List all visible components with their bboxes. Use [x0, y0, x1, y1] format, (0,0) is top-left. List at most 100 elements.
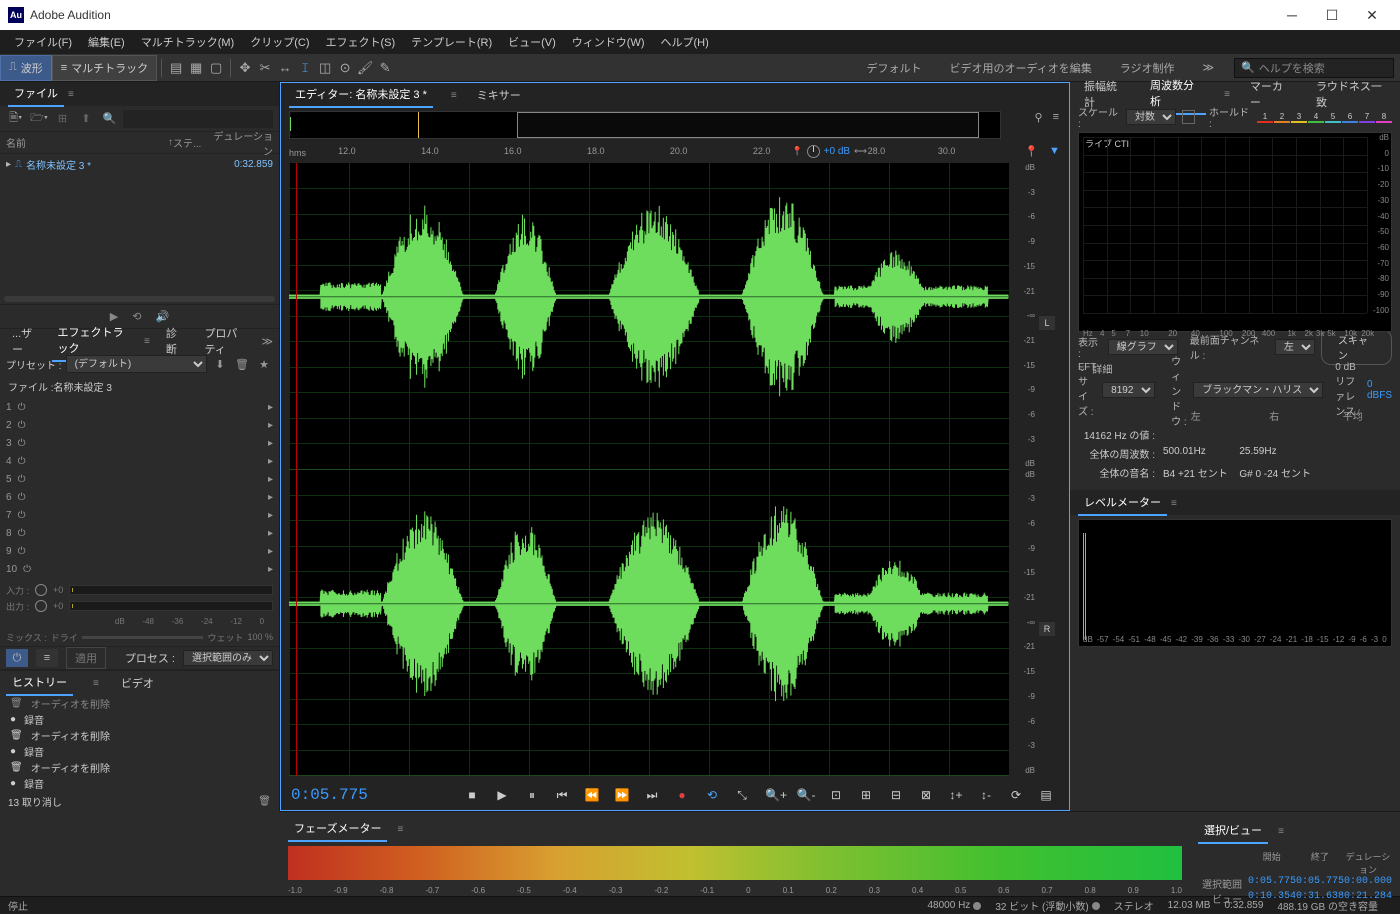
zoom-out-icon[interactable]: 🔍- [793, 784, 819, 806]
history-item[interactable]: ●録音 [0, 711, 279, 727]
zoom-in-time-icon[interactable]: ⊟ [883, 784, 909, 806]
overview[interactable] [289, 111, 1001, 139]
menu-multitrack[interactable]: マルチトラック(M) [133, 32, 243, 52]
waveform-display[interactable]: dB-3-6-9-15-21-∞-21-15-9-6-3dB L dB-3-6-… [289, 163, 1009, 776]
hud-toggle[interactable]: ▤ [166, 58, 186, 78]
effect-slot[interactable]: 7⏻▸ [0, 506, 279, 524]
hold-color[interactable]: 8 [1376, 111, 1392, 123]
multitrack-mode[interactable]: ≡マルチトラック [52, 55, 157, 81]
history-item[interactable]: ●録音 [0, 743, 279, 759]
slot-power-icon[interactable]: ⏻ [18, 546, 26, 557]
favorite-icon[interactable]: ★ [255, 355, 273, 373]
hold-color[interactable]: 3 [1291, 111, 1307, 123]
slot-chevron-icon[interactable]: ▸ [268, 564, 273, 575]
slot-power-icon[interactable]: ⏻ [18, 420, 26, 431]
process-select[interactable]: 選択範囲のみ [183, 650, 273, 666]
apply-button[interactable]: 適用 [66, 647, 106, 669]
save-preset-icon[interactable]: ⬇ [211, 355, 229, 373]
slot-chevron-icon[interactable]: ▸ [268, 546, 273, 557]
menu-effects[interactable]: エフェクト(S) [318, 32, 404, 52]
tab-mixer[interactable]: ミキサー [471, 83, 527, 107]
forward-button[interactable]: ⏩ [609, 784, 635, 806]
clear-history-icon[interactable]: 🗑 [258, 796, 271, 807]
preset-select[interactable]: (デフォルト) [66, 355, 207, 373]
effect-slot[interactable]: 6⏻▸ [0, 488, 279, 506]
history-item[interactable]: 🗑オーディオを削除 [0, 727, 279, 743]
channel-label-l[interactable]: L [1039, 316, 1055, 330]
waveform-mode[interactable]: ⎍波形 [0, 55, 52, 81]
hud-pin-icon[interactable]: 📍 [791, 146, 802, 157]
slot-chevron-icon[interactable]: ▸ [268, 438, 273, 449]
slot-chevron-icon[interactable]: ▸ [268, 474, 273, 485]
files-scrollbar[interactable] [4, 296, 275, 302]
input-knob[interactable] [35, 584, 47, 596]
minimize-button[interactable]: ─ [1272, 0, 1312, 30]
slot-chevron-icon[interactable]: ▸ [268, 492, 273, 503]
play-button[interactable]: ▶ [489, 784, 515, 806]
move-tool[interactable]: ✥ [235, 58, 255, 78]
col-duration[interactable]: デュレーション [213, 128, 273, 158]
zoom-full-icon[interactable]: ⊡ [823, 784, 849, 806]
toggle-layout-icon[interactable]: ▤ [1033, 784, 1059, 806]
files-search-input[interactable] [123, 110, 273, 128]
col-name[interactable]: 名前 [6, 135, 164, 150]
tab-history[interactable]: ヒストリー [6, 670, 73, 696]
hold-color[interactable]: 2 [1274, 111, 1290, 123]
delete-preset-icon[interactable]: 🗑 [233, 355, 251, 373]
power-toggle[interactable]: ⏻ [6, 649, 28, 667]
slot-power-icon[interactable]: ⏻ [18, 474, 26, 485]
menu-window[interactable]: ウィンドウ(W) [564, 32, 653, 52]
effect-slot[interactable]: 10⏻▸ [0, 560, 279, 578]
stop-button[interactable]: ■ [459, 784, 485, 806]
hold-color[interactable]: 6 [1342, 111, 1358, 123]
lasso-tool[interactable]: ⊙ [335, 58, 355, 78]
files-menu-icon[interactable]: ≡ [68, 89, 74, 100]
output-knob[interactable] [35, 600, 47, 612]
mix-slider[interactable] [82, 636, 204, 639]
menu-view[interactable]: ビュー(V) [500, 32, 564, 52]
timeline[interactable]: hms 12.014.016.018.020.022.028.030.0 📍 +… [289, 143, 957, 163]
go-end-button[interactable]: ⏭ [639, 784, 665, 806]
marquee-tool[interactable]: ◫ [315, 58, 335, 78]
hold-color[interactable]: 1 [1257, 111, 1273, 123]
tab-selection[interactable]: 選択/ビュー [1198, 818, 1268, 844]
time-unit[interactable]: hms [289, 148, 319, 158]
slot-power-icon[interactable]: ⏻ [18, 402, 26, 413]
time-select-tool[interactable]: 𝙸 [295, 58, 315, 78]
col-status[interactable]: ステ... [173, 135, 213, 150]
close-button[interactable]: ✕ [1352, 0, 1392, 30]
level-meter[interactable]: dB-57-54-51-48-45-42-39-36-33-30-27-24-2… [1078, 519, 1392, 647]
rewind-button[interactable]: ⏪ [579, 784, 605, 806]
expand-icon[interactable]: ▸ [6, 159, 11, 170]
pan-icon[interactable]: ⟷ [854, 146, 867, 157]
slot-chevron-icon[interactable]: ▸ [268, 528, 273, 539]
filter-tool-icon[interactable]: ▼ [1046, 142, 1063, 160]
copy-graph-icon[interactable] [1182, 110, 1195, 124]
volume-knob[interactable] [807, 145, 820, 158]
insert-icon[interactable]: ⬆ [76, 110, 95, 128]
slot-power-icon[interactable]: ⏻ [23, 564, 31, 575]
spectrum-display[interactable]: ライブ CTI dB0-10-20-30-40-50-60-70-80-90-1… [1078, 132, 1392, 332]
hold-color[interactable]: 7 [1359, 111, 1375, 123]
zoom-reset-icon[interactable]: ⟳ [1003, 784, 1029, 806]
effect-slot[interactable]: 9⏻▸ [0, 542, 279, 560]
effect-slot[interactable]: 4⏻▸ [0, 452, 279, 470]
menu-help[interactable]: ヘルプ(H) [653, 32, 717, 52]
hold-color[interactable]: 4 [1308, 111, 1324, 123]
menu-edit[interactable]: 編集(E) [80, 32, 133, 52]
history-item[interactable]: ●録音 [0, 775, 279, 791]
slot-chevron-icon[interactable]: ▸ [268, 420, 273, 431]
etr-menu-icon[interactable]: ≡ [144, 336, 150, 347]
slip-tool[interactable]: ↔ [275, 58, 295, 78]
zoom-out-amp-icon[interactable]: ↕- [973, 784, 999, 806]
slot-chevron-icon[interactable]: ▸ [268, 510, 273, 521]
go-start-button[interactable]: ⏮ [549, 784, 575, 806]
window-select[interactable]: ブラックマン・ハリス [1193, 382, 1323, 398]
menu-file[interactable]: ファイル(F) [6, 32, 80, 52]
history-item[interactable]: 🗑オーディオを削除 [0, 759, 279, 775]
tab-video[interactable]: ビデオ [115, 671, 160, 695]
top-channel-select[interactable]: 左 [1275, 339, 1315, 355]
slot-power-icon[interactable]: ⏻ [18, 528, 26, 539]
tab-level-meter[interactable]: レベルメーター [1078, 490, 1167, 516]
new-file-icon[interactable]: 🗎▾ [6, 110, 25, 128]
